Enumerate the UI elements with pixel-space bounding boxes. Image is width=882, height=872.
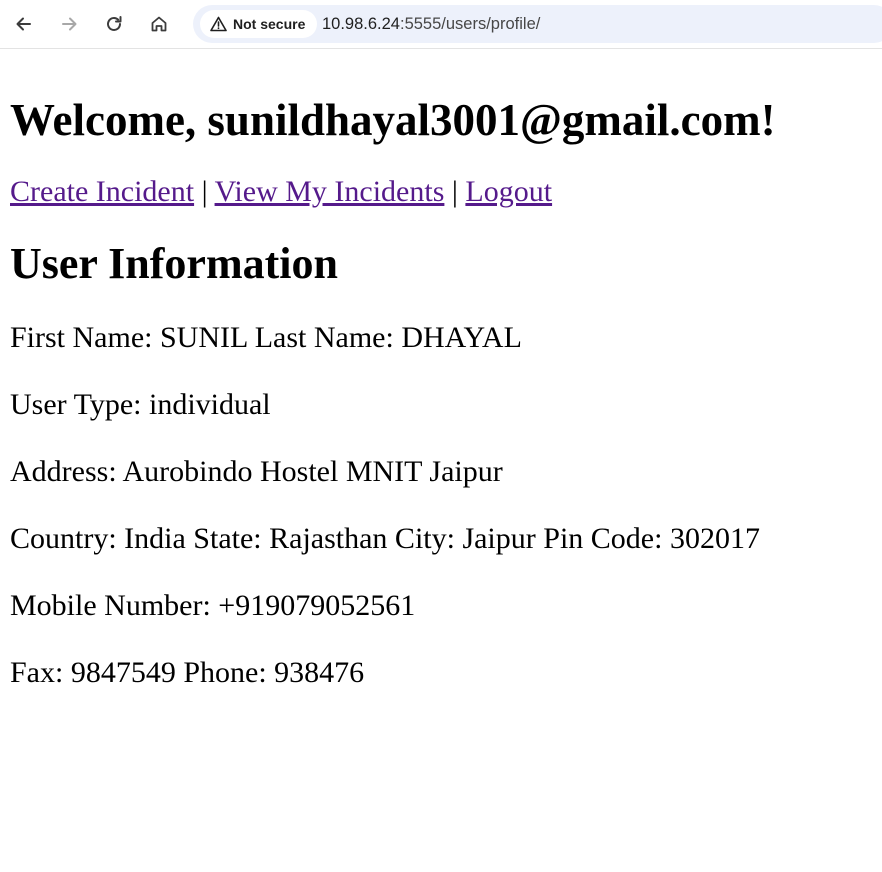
security-indicator[interactable]: Not secure [200,10,318,38]
mobile-info: Mobile Number: +919079052561 [10,589,416,622]
address-info: Address: Aurobindo Hostel MNIT Jaipur [10,455,503,488]
url-host: 10.98.6.24 [322,15,400,33]
reload-button[interactable] [98,8,130,40]
location-info: Country: India State: Rajasthan City: Ja… [10,522,760,555]
page-content: Welcome, sunildhayal3001@gmail.com! Crea… [10,54,870,692]
user-type-info: User Type: individual [10,388,271,421]
forward-arrow-icon [62,17,77,31]
view-incidents-link[interactable]: View My Incidents [215,175,445,208]
forward-button[interactable] [53,8,85,40]
address-bar[interactable]: Not secure 10.98.6.24:5555/users/profile… [193,5,882,43]
browser-toolbar: Not secure 10.98.6.24:5555/users/profile… [0,0,882,49]
welcome-heading: Welcome, sunildhayal3001@gmail.com! [10,95,776,145]
link-separator: | [201,175,208,208]
name-info: First Name: SUNIL Last Name: DHAYAL [10,321,522,354]
reload-icon [107,16,122,31]
url-text[interactable]: 10.98.6.24:5555/users/profile/ [322,15,540,34]
link-separator: | [451,175,458,208]
url-path: :5555/users/profile/ [400,15,541,33]
warning-triangle-icon [210,16,227,32]
section-heading: User Information [10,239,338,288]
nav-links: Create Incident | View My Incidents | Lo… [10,173,870,211]
back-button[interactable] [8,8,40,40]
logout-link[interactable]: Logout [465,175,552,208]
fax-phone-info: Fax: 9847549 Phone: 938476 [10,656,365,689]
back-arrow-icon [16,17,31,31]
home-button[interactable] [143,8,175,40]
home-icon [151,16,167,32]
security-label: Not secure [233,16,306,32]
create-incident-link[interactable]: Create Incident [10,175,194,208]
